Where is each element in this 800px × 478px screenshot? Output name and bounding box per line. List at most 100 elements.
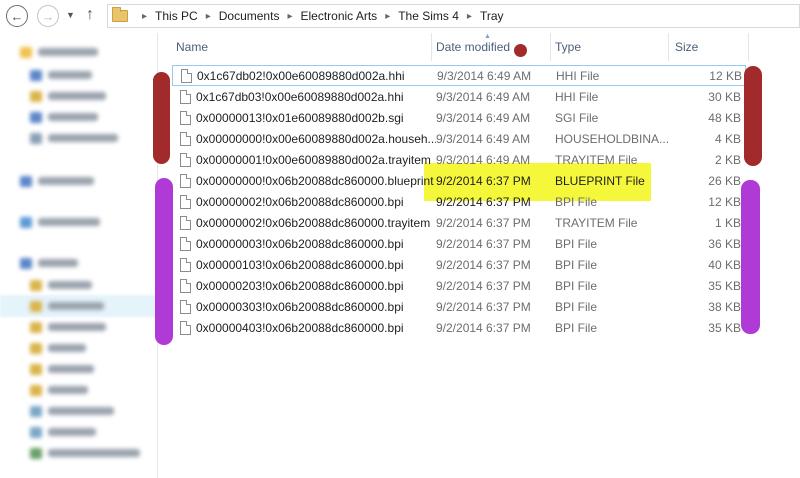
chevron-right-icon[interactable]: ▸: [206, 11, 211, 22]
drive-icon: [30, 426, 42, 438]
file-icon: [180, 111, 191, 125]
file-name: 0x00000013!0x01e60089880d002b.sgi: [196, 111, 404, 125]
recent-locations-chevron-down-icon[interactable]: ▼: [66, 10, 75, 20]
breadcrumb-item-this-pc[interactable]: This PC: [155, 9, 198, 23]
file-icon: [180, 258, 191, 272]
nav-item[interactable]: [30, 384, 88, 396]
chevron-right-icon[interactable]: ▸: [385, 11, 390, 22]
file-name: 0x00000303!0x06b20088dc860000.bpi: [196, 300, 404, 314]
folder-icon: [30, 132, 42, 144]
file-list: Name ▲ Date modified Type Size 0x1c67db0…: [162, 33, 800, 478]
file-row[interactable]: 0x00000103!0x06b20088dc860000.bpi 9/2/20…: [172, 255, 746, 276]
file-date: 9/2/2014 6:37 PM: [436, 300, 531, 314]
column-header-size[interactable]: Size: [669, 33, 749, 61]
file-type: BLUEPRINT File: [555, 174, 645, 188]
file-date: 9/2/2014 6:37 PM: [436, 216, 531, 230]
file-row[interactable]: 0x00000000!0x00e60089880d002a.househ... …: [172, 129, 746, 150]
nav-item[interactable]: [30, 405, 114, 417]
computer-icon: [20, 257, 32, 269]
breadcrumb-item-electronic-arts[interactable]: Electronic Arts: [300, 9, 377, 23]
file-row[interactable]: 0x00000403!0x06b20088dc860000.bpi 9/2/20…: [172, 318, 746, 339]
file-icon: [180, 321, 191, 335]
file-name: 0x00000002!0x06b20088dc860000.bpi: [196, 195, 404, 209]
file-size: 12 KB: [709, 69, 742, 83]
file-row[interactable]: 0x00000003!0x06b20088dc860000.bpi 9/2/20…: [172, 234, 746, 255]
folder-icon: [30, 363, 42, 375]
file-date: 9/3/2014 6:49 AM: [437, 69, 532, 83]
file-row[interactable]: 0x00000000!0x06b20088dc860000.blueprint …: [172, 171, 746, 192]
forward-button[interactable]: →: [37, 5, 59, 27]
up-button[interactable]: ↑: [86, 6, 94, 24]
file-date: 9/3/2014 6:49 AM: [436, 90, 531, 104]
folder-icon: [30, 342, 42, 354]
file-size: 1 KB: [714, 216, 741, 230]
file-type: BPI File: [555, 279, 598, 293]
nav-item-favorites[interactable]: [20, 46, 98, 58]
nav-item-this-pc[interactable]: [20, 257, 78, 269]
chevron-right-icon[interactable]: ▸: [287, 11, 292, 22]
file-icon: [180, 153, 191, 167]
file-icon: [180, 279, 191, 293]
file-type: SGI File: [555, 111, 599, 125]
nav-item[interactable]: [30, 69, 92, 81]
column-header-name[interactable]: Name: [162, 33, 432, 61]
column-header-type[interactable]: Type: [551, 33, 669, 61]
file-row[interactable]: 0x00000001!0x00e60089880d002a.trayitem 9…: [172, 150, 746, 171]
file-name: 0x00000000!0x06b20088dc860000.blueprint: [196, 174, 434, 188]
file-date: 9/2/2014 6:37 PM: [436, 195, 531, 209]
arrow-right-icon: →: [41, 8, 55, 24]
nav-item[interactable]: [30, 447, 140, 459]
homegroup-icon: [20, 216, 32, 228]
chevron-right-icon[interactable]: ▸: [467, 11, 472, 22]
file-name: 0x00000403!0x06b20088dc860000.bpi: [196, 321, 404, 335]
file-date: 9/3/2014 6:49 AM: [436, 111, 531, 125]
file-row[interactable]: 0x00000002!0x06b20088dc860000.trayitem 9…: [172, 213, 746, 234]
file-name: 0x00000002!0x06b20088dc860000.trayitem: [196, 216, 431, 230]
dark-red-bracket-right-annotation: [744, 66, 762, 166]
nav-item[interactable]: [30, 90, 106, 102]
nav-item[interactable]: [30, 300, 104, 312]
file-row[interactable]: 0x00000002!0x06b20088dc860000.bpi 9/2/20…: [172, 192, 746, 213]
file-row[interactable]: 0x00000203!0x06b20088dc860000.bpi 9/2/20…: [172, 276, 746, 297]
cloud-icon: [30, 111, 42, 123]
breadcrumb-item-tray[interactable]: Tray: [480, 9, 504, 23]
folder-icon: [30, 90, 42, 102]
column-header-date-modified[interactable]: Date modified: [432, 33, 551, 61]
back-button[interactable]: ←: [6, 5, 28, 27]
file-type: BPI File: [555, 195, 598, 209]
chevron-right-icon[interactable]: ▸: [142, 11, 147, 22]
breadcrumb-item-documents[interactable]: Documents: [219, 9, 280, 23]
column-header-row: Name ▲ Date modified Type Size: [162, 33, 800, 61]
nav-item[interactable]: [30, 132, 118, 144]
file-name: 0x00000103!0x06b20088dc860000.bpi: [196, 258, 404, 272]
nav-item[interactable]: [30, 342, 86, 354]
folder-icon: [30, 384, 42, 396]
file-icon: [180, 237, 191, 251]
file-row[interactable]: 0x00000013!0x01e60089880d002b.sgi 9/3/20…: [172, 108, 746, 129]
file-icon: [180, 174, 191, 188]
nav-item[interactable]: [30, 279, 92, 291]
breadcrumb[interactable]: ▸ This PC ▸ Documents ▸ Electronic Arts …: [107, 4, 800, 28]
file-size: 4 KB: [714, 132, 741, 146]
arrow-left-icon: ←: [10, 8, 24, 24]
nav-item[interactable]: [30, 363, 94, 375]
file-row[interactable]: 0x00000303!0x06b20088dc860000.bpi 9/2/20…: [172, 297, 746, 318]
purple-bracket-right-annotation: [741, 180, 760, 334]
file-icon: [181, 69, 192, 83]
file-date: 9/3/2014 6:49 AM: [436, 132, 531, 146]
nav-item[interactable]: [30, 321, 106, 333]
cloud-icon: [20, 175, 32, 187]
file-row[interactable]: 0x1c67db03!0x00e60089880d002a.hhi 9/3/20…: [172, 87, 746, 108]
nav-item-homegroup[interactable]: [20, 216, 100, 228]
file-date: 9/2/2014 6:37 PM: [436, 174, 531, 188]
nav-item[interactable]: [30, 426, 96, 438]
nav-item[interactable]: [30, 111, 98, 123]
file-row[interactable]: 0x1c67db02!0x00e60089880d002a.hhi 9/3/20…: [172, 65, 746, 86]
file-name: 0x1c67db02!0x00e60089880d002a.hhi: [197, 69, 405, 83]
breadcrumb-item-the-sims-4[interactable]: The Sims 4: [398, 9, 459, 23]
file-type: BPI File: [555, 258, 598, 272]
nav-item-onedrive[interactable]: [20, 175, 94, 187]
file-type: BPI File: [555, 300, 598, 314]
file-size: 48 KB: [708, 111, 741, 125]
file-icon: [180, 300, 191, 314]
